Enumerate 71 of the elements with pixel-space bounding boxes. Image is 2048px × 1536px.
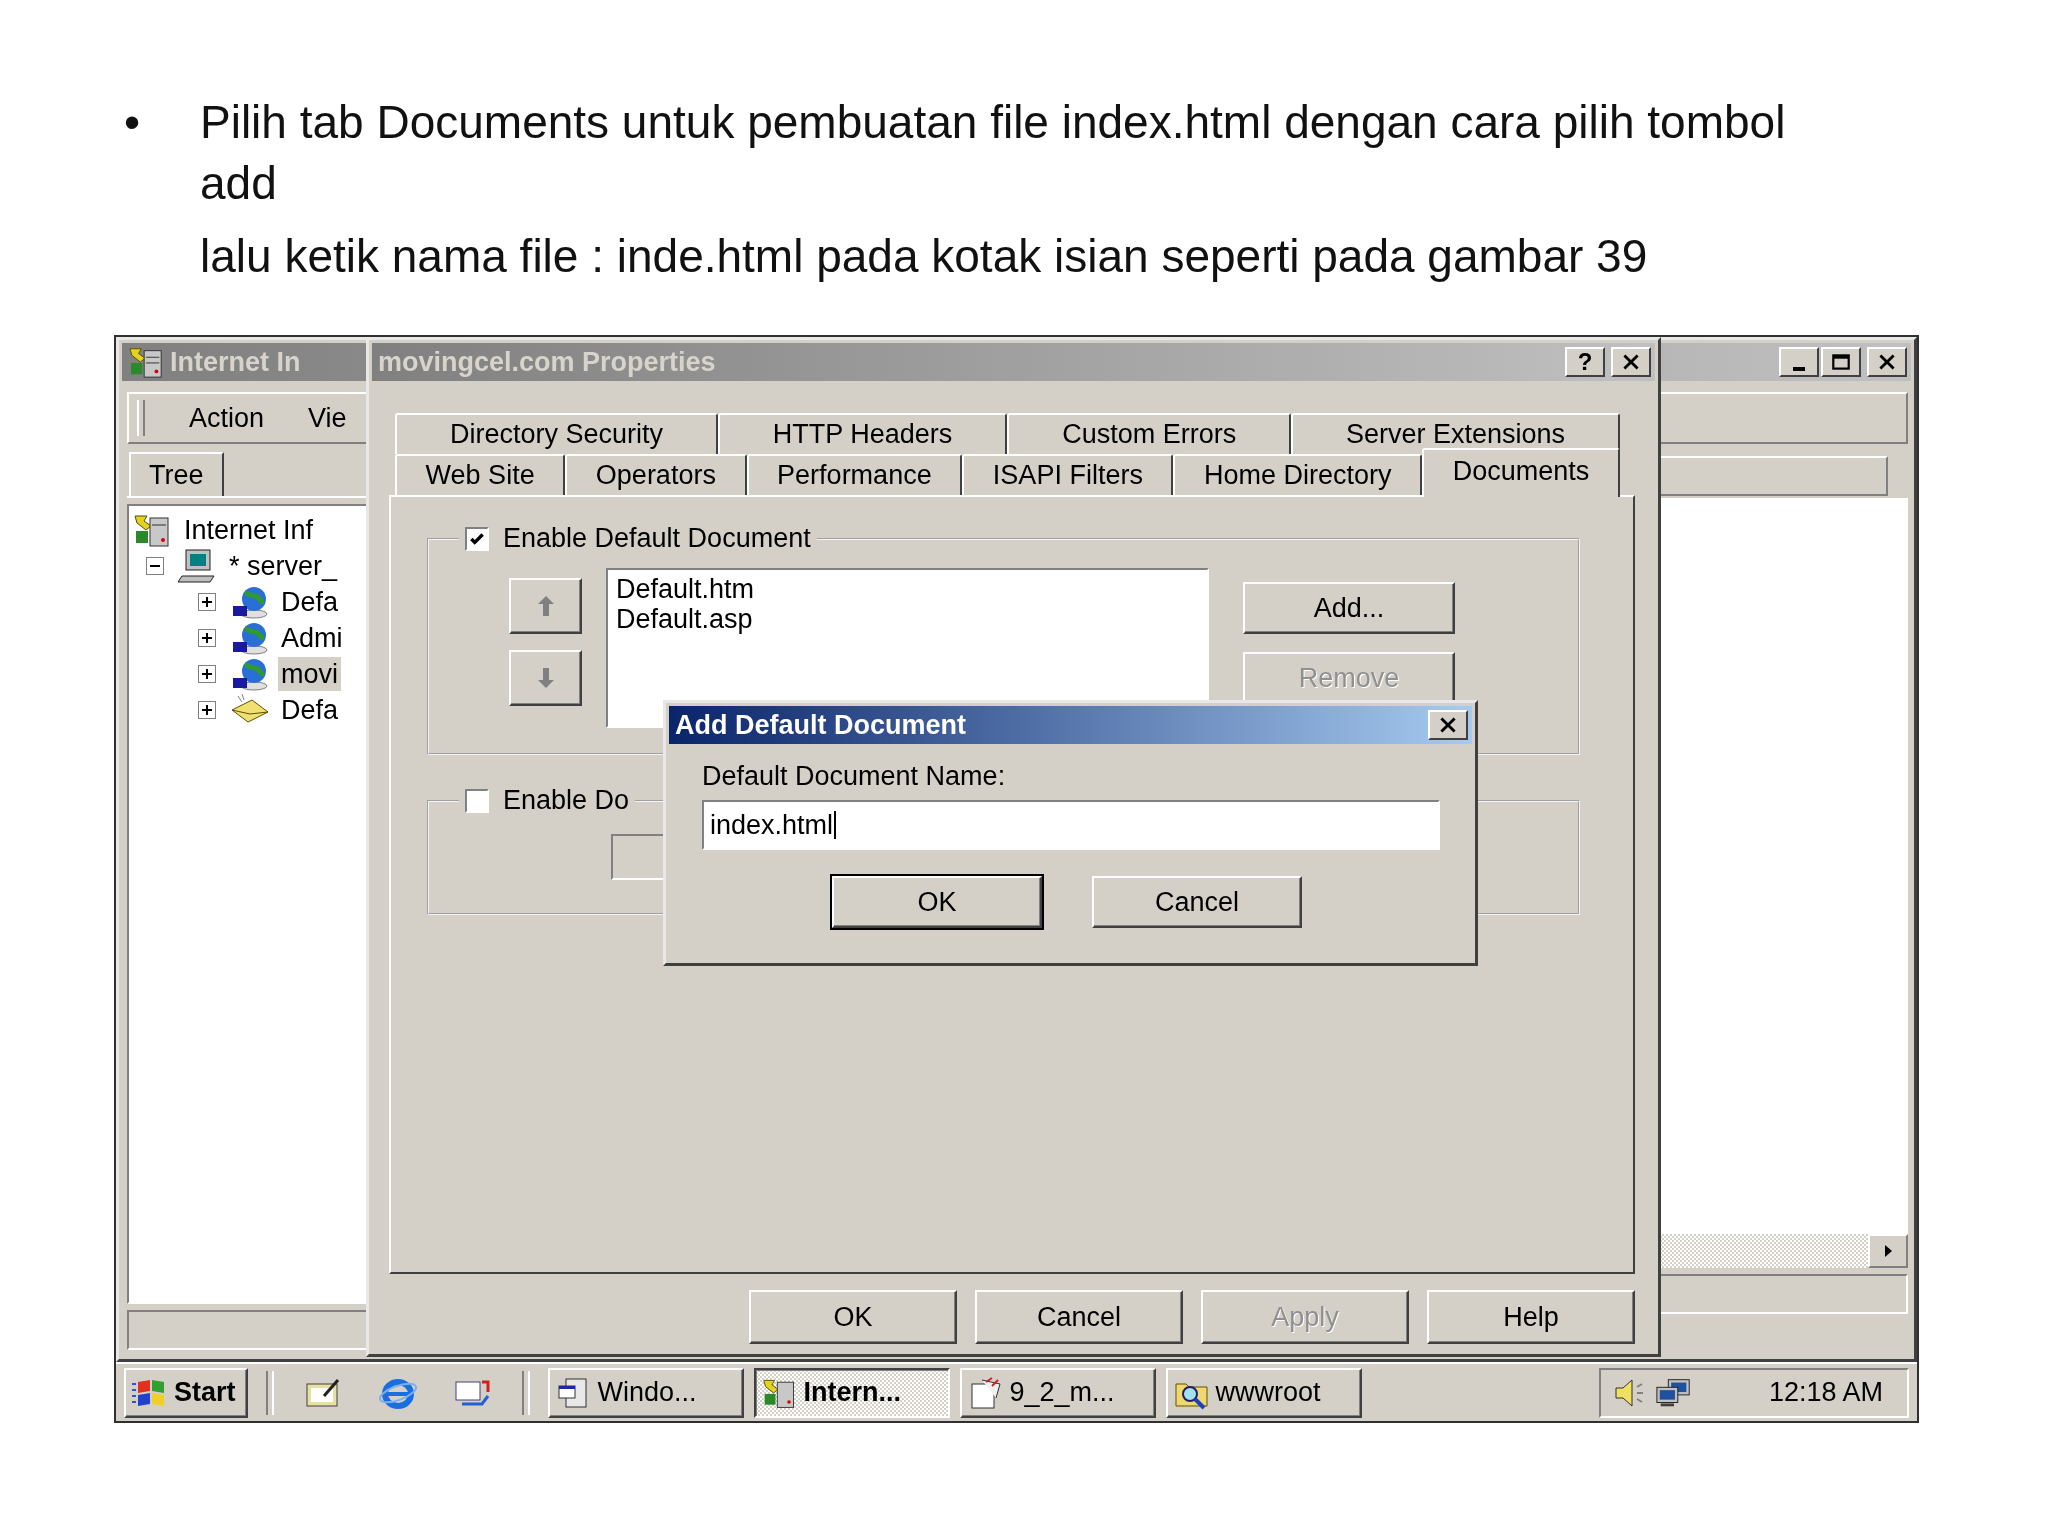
window-title: Add Default Document [675,709,966,741]
right-arrow-icon [1882,1244,1894,1258]
tab[interactable]: HTTP Headers [717,413,1008,454]
list-item[interactable]: Default.asp [616,604,1199,634]
dialog-button[interactable]: Cancel [1092,876,1302,928]
dialog-button[interactable]: Cancel [975,1290,1183,1344]
tree-item[interactable]: Defa [278,693,342,727]
tree-item[interactable]: movi [278,657,341,691]
expand-icon[interactable] [198,593,216,611]
network-icon[interactable] [1655,1376,1693,1409]
scrollbar[interactable] [1658,1234,1908,1268]
tab[interactable]: ISAPI Filters [962,454,1174,495]
checkbox-label: Enable Do [503,785,630,816]
checkbox[interactable] [465,788,489,813]
tree-item[interactable]: Admi [278,621,346,655]
minimize-icon [1793,367,1805,371]
taskbar-button[interactable]: Windo... [547,1367,744,1418]
menu-item[interactable]: Vie [308,402,347,434]
tab[interactable]: Operators [565,454,747,495]
globe-icon [230,584,270,620]
expand-icon[interactable] [198,629,216,647]
dialog-button[interactable]: OK [749,1290,957,1344]
toolbar-grip[interactable] [137,400,145,436]
column-header[interactable] [1658,456,1888,496]
close-icon [1620,353,1642,371]
tab[interactable]: Custom Errors [1007,413,1292,454]
tab[interactable]: Directory Security [395,413,718,454]
close-button[interactable] [1867,347,1907,377]
taskbar-button[interactable]: Intern... [753,1367,950,1418]
taskbar-button[interactable]: wwwroot [1165,1367,1362,1418]
tree-item[interactable]: Defa [278,585,342,619]
tree-item[interactable]: Internet Inf [181,513,317,547]
window-title: movingcel.com Properties [378,346,716,378]
list-item[interactable]: Default.htm [616,574,1199,604]
minimize-button[interactable] [1779,347,1819,377]
help-button[interactable]: ? [1565,347,1605,377]
close-icon [1437,716,1459,734]
close-icon [1876,353,1898,371]
expand-icon[interactable] [198,701,216,719]
checkbox-label: Enable Default Document [503,523,811,554]
close-button[interactable] [1428,710,1468,740]
expand-icon[interactable] [198,665,216,683]
window-title: Internet In [170,346,301,378]
tab[interactable]: Server Extensions [1291,413,1620,454]
text-cursor [834,811,837,839]
close-button[interactable] [1611,347,1651,377]
tab[interactable]: Documents [1422,448,1620,497]
tree-item[interactable]: * server_ [226,549,341,583]
tree-tab[interactable]: Tree [129,452,224,496]
dialog-button[interactable]: Add... [1243,582,1455,634]
input-field[interactable]: index.html [702,800,1440,850]
tab[interactable]: Web Site [395,454,566,495]
taskbar-button[interactable]: 9_2_m... [959,1367,1156,1418]
clock: 12:18 AM [1768,1377,1883,1408]
field-label: Default Document Name: [702,761,1007,792]
menu-item[interactable]: Action [189,402,265,434]
globe-icon [230,656,270,692]
checkbox[interactable] [465,526,489,551]
tab[interactable]: Performance [746,454,963,495]
dialog-button[interactable]: OK [832,876,1042,928]
start-button[interactable]: Start [124,1367,248,1418]
scroll-right-button[interactable] [1868,1234,1908,1268]
instruction-text: lalu ketik nama file : inde.html pada kotak isian seperti pada gambar 39 [200,229,1649,284]
dialog-button[interactable]: Help [1427,1290,1635,1344]
computer-icon [178,548,218,584]
collapse-icon[interactable] [146,557,164,575]
bullet: • [124,95,142,150]
tab[interactable]: Home Directory [1173,454,1423,495]
maximize-icon [1830,353,1852,371]
globe-icon [230,620,270,656]
maximize-button[interactable] [1821,347,1861,377]
